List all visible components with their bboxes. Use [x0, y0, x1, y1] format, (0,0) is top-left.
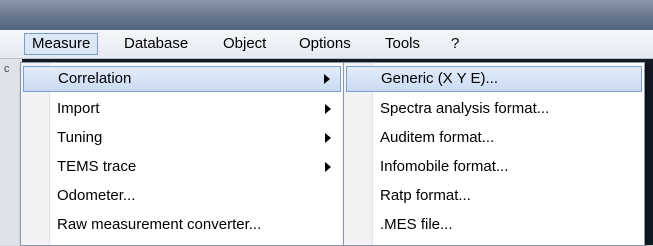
submenu-item-auditem[interactable]: Auditem format...	[346, 125, 642, 151]
menu-options[interactable]: Options	[292, 33, 358, 55]
menu-item-label: TEMS trace	[57, 158, 137, 175]
menu-item-label: Infomobile format...	[380, 158, 509, 175]
menu-item-label: Import	[57, 100, 100, 117]
menu-item-label: Ratp format...	[380, 187, 471, 204]
menu-item-label: .MES file...	[380, 216, 453, 233]
menu-help[interactable]: ?	[444, 33, 466, 55]
submenu-arrow-icon	[324, 74, 330, 84]
menu-item-raw-measurement-converter[interactable]: Raw measurement converter...	[23, 212, 341, 238]
menu-item-label: Spectra analysis format...	[380, 100, 550, 117]
submenu-item-spectra-analysis[interactable]: Spectra analysis format...	[346, 96, 642, 122]
menu-item-correlation[interactable]: Correlation	[23, 66, 341, 92]
measure-dropdown-menu: Correlation Import Tuning TEMS trace Odo…	[20, 62, 344, 246]
menu-item-tems-trace[interactable]: TEMS trace	[23, 154, 341, 180]
submenu-item-generic[interactable]: Generic (X Y E)...	[346, 66, 642, 92]
submenu-item-infomobile[interactable]: Infomobile format...	[346, 154, 642, 180]
menu-item-tuning[interactable]: Tuning	[23, 125, 341, 151]
menu-tools[interactable]: Tools	[378, 33, 427, 55]
menu-measure[interactable]: Measure	[24, 33, 99, 55]
menu-item-label: Tuning	[57, 129, 103, 146]
menu-item-label: Generic (X Y E)...	[381, 70, 498, 87]
submenu-item-mes-file[interactable]: .MES file...	[346, 212, 642, 238]
menu-item-label: Auditem format...	[380, 129, 495, 146]
menu-item-label: Correlation	[58, 70, 132, 87]
menu-item-odometer[interactable]: Odometer...	[23, 183, 341, 209]
menu-object[interactable]: Object	[216, 33, 273, 55]
menu-item-import[interactable]: Import	[23, 96, 341, 122]
submenu-item-ratp[interactable]: Ratp format...	[346, 183, 642, 209]
submenu-arrow-icon	[325, 104, 331, 114]
submenu-arrow-icon	[325, 133, 331, 143]
correlation-submenu: Generic (X Y E)... Spectra analysis form…	[343, 62, 645, 246]
submenu-arrow-icon	[325, 162, 331, 172]
menu-item-label: Raw measurement converter...	[57, 216, 262, 233]
menu-item-label: Odometer...	[57, 187, 136, 204]
left-panel-glyph: c	[4, 63, 10, 75]
menu-bar: Measure Database Object Options Tools ?	[0, 30, 653, 59]
menu-database[interactable]: Database	[117, 33, 195, 55]
window-titlebar	[0, 0, 653, 30]
